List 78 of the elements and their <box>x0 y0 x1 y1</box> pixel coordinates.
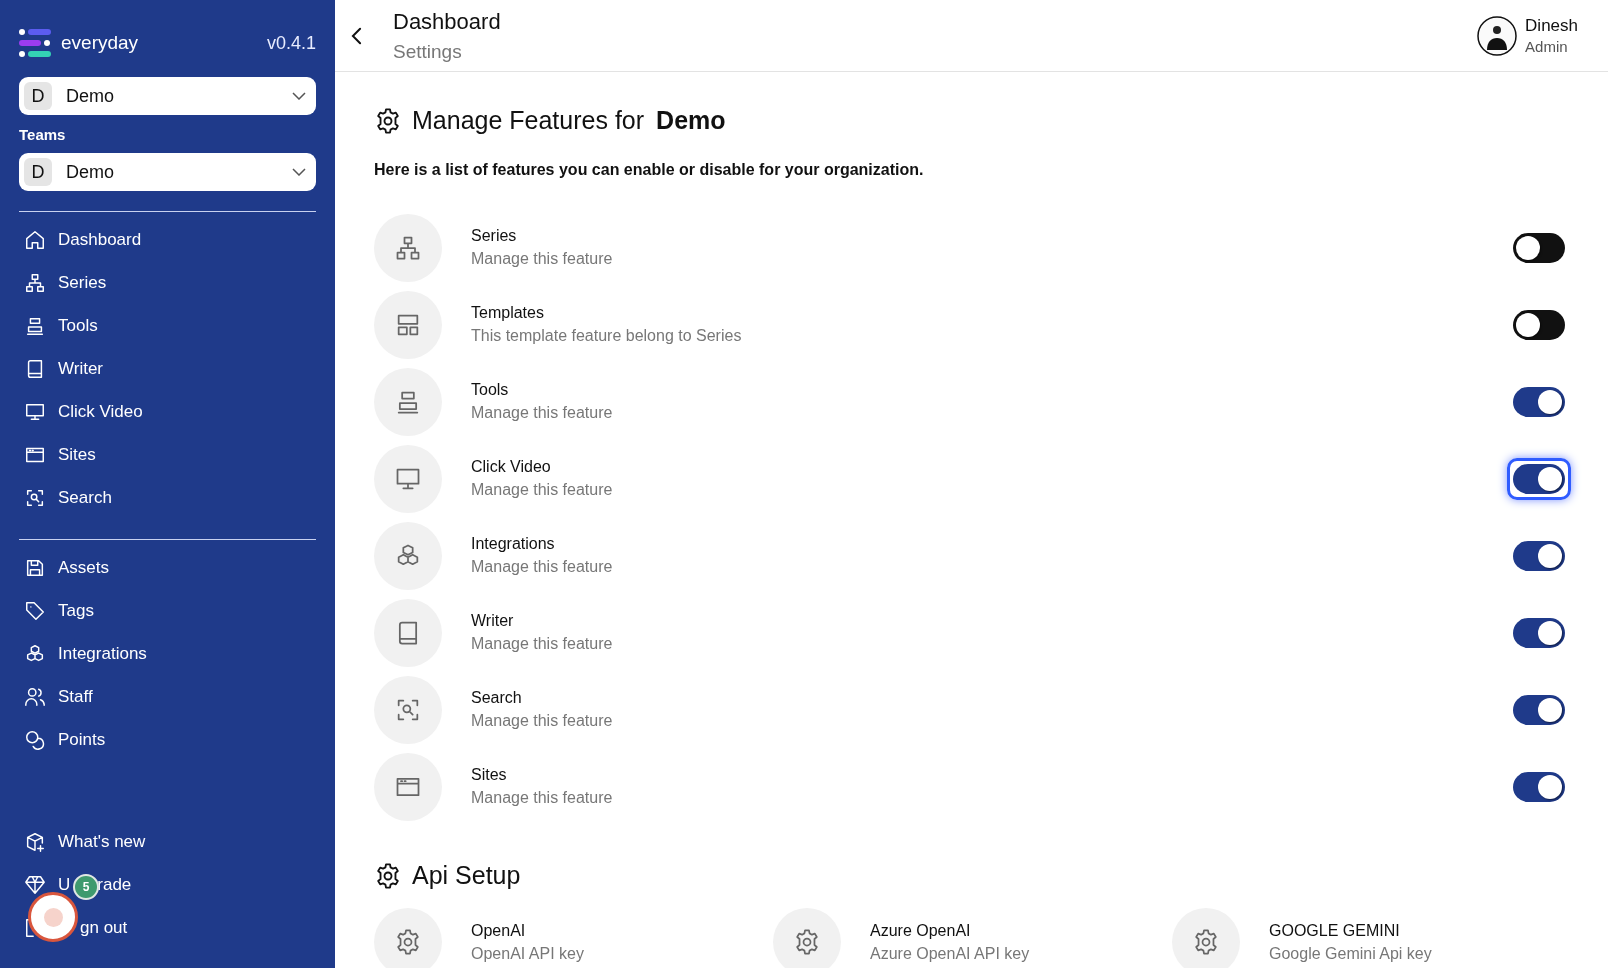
feature-description: Manage this feature <box>471 635 613 653</box>
feature-name: Click Video <box>471 458 552 476</box>
toggle-switch[interactable] <box>1513 309 1565 340</box>
nav-item[interactable]: Integrations <box>19 632 316 675</box>
feature-name: Writer <box>471 612 515 630</box>
chevron-down-icon <box>292 92 306 100</box>
provider-description: OpenAI API key <box>471 944 584 963</box>
users-icon <box>24 685 46 708</box>
nav-item-label[interactable]: U <box>58 874 71 895</box>
logo-icon <box>19 29 51 57</box>
coins-icon <box>24 728 46 751</box>
avatar-icon[interactable] <box>1477 15 1518 56</box>
toggle-switch[interactable] <box>1513 771 1565 802</box>
home-icon <box>24 228 46 251</box>
diamond-icon <box>24 873 46 896</box>
nav-item[interactable]: Series <box>19 261 316 304</box>
section-title: Manage Features for <box>412 106 645 135</box>
section-title: Api Setup <box>412 861 521 890</box>
toggle-switch[interactable] <box>1513 232 1565 263</box>
feature-description: Manage this feature <box>471 789 613 807</box>
provider-name: GOOGLE GEMINI <box>1269 921 1401 940</box>
section-description: Here is a list of features you can enable or disable for your organization. <box>374 161 925 179</box>
settings-icon <box>374 908 442 968</box>
nav-item[interactable]: Assets <box>19 546 316 589</box>
organization-select[interactable]: D Demo <box>19 77 316 115</box>
nav-item[interactable]: Dashboard <box>19 218 316 261</box>
toggle-switch[interactable] <box>1513 694 1565 725</box>
user-role: Admin <box>1525 38 1569 55</box>
nav-item[interactable]: Sites <box>19 433 316 476</box>
feature-description: Manage this feature <box>471 250 613 268</box>
feature-description: Manage this feature <box>471 558 613 576</box>
toggle-switch[interactable] <box>1513 540 1565 571</box>
logo-text: everyday <box>61 32 139 54</box>
nav-item[interactable]: Click Video <box>19 390 316 433</box>
nav-item[interactable]: Points <box>19 718 316 761</box>
chevron-left-icon <box>351 26 362 45</box>
settings-icon <box>374 861 402 890</box>
page-subtitle: Settings <box>393 40 463 63</box>
feature-description: Manage this feature <box>471 712 613 730</box>
feature-name: Templates <box>471 304 545 322</box>
user-name: Dinesh <box>1525 16 1578 36</box>
tag-icon <box>24 599 46 622</box>
nav-item[interactable]: Writer <box>19 347 316 390</box>
provider-description: Azure OpenAI API key <box>870 944 1030 963</box>
toggle-switch[interactable] <box>1513 463 1565 494</box>
nav-item-label[interactable]: What's new <box>58 831 146 852</box>
notification-badge: 5 <box>73 874 99 900</box>
chat-bubble-button[interactable] <box>28 892 78 942</box>
nav-item-label[interactable]: gn out <box>80 917 128 938</box>
toggle-switch[interactable] <box>1513 386 1565 417</box>
settings-icon <box>773 908 841 968</box>
page-title: Dashboard <box>393 8 501 35</box>
nav-item[interactable]: Staff <box>19 675 316 718</box>
nav-item-label[interactable]: rade <box>97 874 132 895</box>
package-plus-icon <box>24 830 46 853</box>
chevron-down-icon <box>292 168 306 176</box>
provider-description: Google Gemini Api key <box>1269 944 1432 963</box>
nav-item[interactable]: Tags <box>19 589 316 632</box>
team-select[interactable]: D Demo <box>19 153 316 191</box>
provider-name: OpenAI <box>471 921 527 940</box>
toggle-switch[interactable] <box>1513 617 1565 648</box>
teams-label: Teams <box>19 126 67 143</box>
nav-item[interactable]: Tools <box>19 304 316 347</box>
provider-name: Azure OpenAI <box>870 921 972 940</box>
settings-icon <box>1172 908 1240 968</box>
nav-item[interactable]: Search <box>19 476 316 519</box>
feature-name: Series <box>471 227 518 245</box>
feature-name: Integrations <box>471 535 556 553</box>
version-label: v0.4.1 <box>266 32 316 54</box>
feature-name: Search <box>471 689 523 707</box>
feature-description: This template feature belong to Series <box>471 327 742 345</box>
feature-name: Sites <box>471 766 508 784</box>
organization-name: Demo <box>656 106 726 135</box>
settings-icon <box>374 106 402 135</box>
hierarchy-icon <box>24 271 46 294</box>
feature-description: Manage this feature <box>471 404 613 422</box>
feature-name: Tools <box>471 381 510 399</box>
feature-description: Manage this feature <box>471 481 613 499</box>
